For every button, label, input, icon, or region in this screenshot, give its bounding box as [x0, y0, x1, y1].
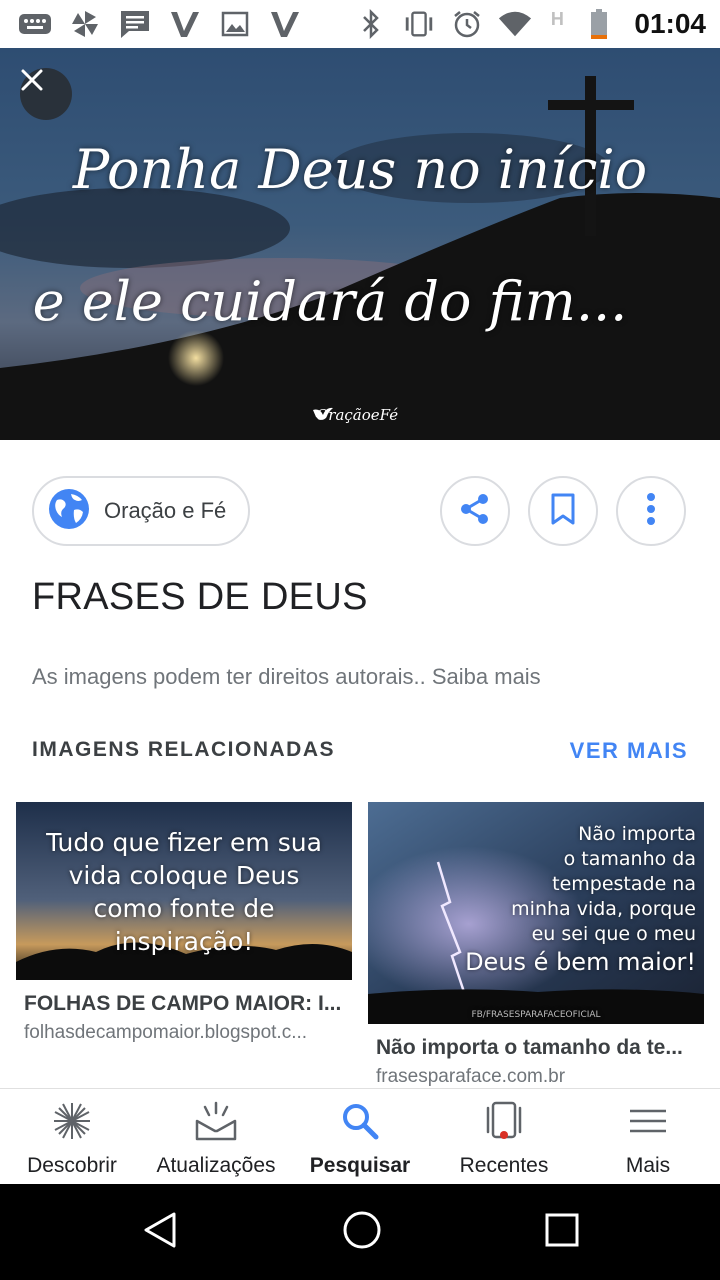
related-thumbnail: Tudo que fizer em sua vida coloque Deus …: [16, 802, 352, 980]
thumb-footer: FB/FRASESPARAFACEOFICIAL: [471, 1010, 601, 1020]
search-icon: [340, 1101, 380, 1146]
related-card-title: FOLHAS DE CAMPO MAIOR: I...: [24, 992, 342, 1015]
thumb-text-line: inspiração!: [114, 927, 254, 956]
related-thumbnail: Não importa o tamanho da tempestade na m…: [368, 802, 704, 1024]
nav-label: Mais: [625, 1154, 671, 1177]
overview-button[interactable]: [544, 1212, 580, 1253]
menu-icon: [628, 1101, 668, 1146]
image-icon: [218, 9, 252, 39]
related-heading: IMAGENS RELACIONADAS: [32, 738, 336, 761]
nav-recentes[interactable]: Recentes: [432, 1089, 576, 1184]
close-button[interactable]: [20, 68, 72, 120]
system-navigation-bar: [0, 1184, 720, 1280]
nav-descobrir[interactable]: Descobrir: [0, 1089, 144, 1184]
clock: 01:04: [634, 8, 706, 39]
related-card[interactable]: Não importa o tamanho da tempestade na m…: [368, 802, 704, 1088]
vivo-v-icon: [168, 9, 202, 39]
thumb-text-line: tempestade na: [552, 873, 696, 895]
bookmark-icon: [550, 493, 576, 530]
h-signal-icon: H: [550, 9, 564, 29]
back-button[interactable]: [140, 1210, 180, 1255]
vivo-v-icon: [268, 9, 302, 39]
nav-label: Atualizações: [156, 1154, 276, 1177]
alarm-icon: [450, 9, 484, 39]
nav-mais[interactable]: Mais: [576, 1089, 720, 1184]
related-card[interactable]: Tudo que fizer em sua vida coloque Deus …: [16, 802, 352, 1044]
thumb-text-line: vida coloque Deus: [68, 861, 300, 890]
message-icon: [118, 9, 152, 39]
status-bar: H 01:04: [0, 0, 720, 48]
pinwheel-icon: [68, 9, 102, 39]
bluetooth-icon: [354, 9, 388, 39]
notification-dot: [500, 1131, 508, 1139]
source-label: Oração e Fé: [104, 498, 227, 523]
asterisk-icon: [52, 1101, 92, 1146]
bottom-navigation: Descobrir Atualizações Pesquisar Recente…: [0, 1088, 720, 1184]
thumb-text-line: minha vida, porque: [511, 898, 696, 920]
battery-icon: [582, 9, 616, 39]
share-icon: [458, 492, 492, 531]
page-title: FRASES DE DEUS: [32, 576, 368, 618]
nav-pesquisar[interactable]: Pesquisar: [288, 1089, 432, 1184]
thumb-text-line: o tamanho da: [563, 848, 696, 870]
nav-label: Recentes: [459, 1154, 549, 1177]
related-card-site: frasesparaface.com.br: [376, 1066, 566, 1087]
source-chip[interactable]: Oração e Fé: [32, 476, 250, 546]
hero-text-line-2: e ele cuidará do fim...: [32, 270, 628, 333]
home-icon: [343, 1211, 381, 1248]
hero-background: [0, 48, 720, 440]
back-icon: [144, 1212, 176, 1247]
hero-watermark: OraçãoeFé: [312, 406, 398, 424]
updates-icon: [195, 1101, 237, 1146]
save-button[interactable]: [528, 476, 598, 546]
thumb-text-line: como fonte de: [93, 894, 275, 923]
nav-atualizacoes[interactable]: Atualizações: [144, 1089, 288, 1184]
nav-label: Pesquisar: [309, 1154, 411, 1177]
nav-label: Descobrir: [27, 1154, 117, 1177]
thumb-text-line: Tudo que fizer em sua: [46, 828, 322, 857]
vibrate-icon: [402, 9, 436, 39]
thumb-text-line: Não importa: [578, 823, 696, 845]
wifi-icon: [498, 9, 532, 39]
related-card-site: folhasdecampomaior.blogspot.c...: [24, 1022, 308, 1043]
thumb-text-line: Deus é bem maior!: [465, 948, 696, 976]
more-options-button[interactable]: [616, 476, 686, 546]
see-more-link[interactable]: VER MAIS: [570, 738, 688, 764]
globe-icon: [48, 488, 90, 535]
more-vert-icon: [646, 492, 656, 531]
copyright-notice[interactable]: As imagens podem ter direitos autorais..…: [32, 664, 541, 690]
related-card-title: Não importa o tamanho da te...: [376, 1036, 683, 1059]
share-button[interactable]: [440, 476, 510, 546]
overview-icon: [545, 1213, 579, 1246]
recent-cards-icon: [483, 1101, 525, 1146]
keyboard-icon: [18, 9, 52, 39]
home-button[interactable]: [341, 1209, 383, 1256]
hero-text-line-1: Ponha Deus no início: [72, 138, 648, 201]
thumb-text-line: eu sei que o meu: [531, 923, 696, 945]
hero-image[interactable]: Ponha Deus no início e ele cuidará do fi…: [0, 48, 720, 440]
